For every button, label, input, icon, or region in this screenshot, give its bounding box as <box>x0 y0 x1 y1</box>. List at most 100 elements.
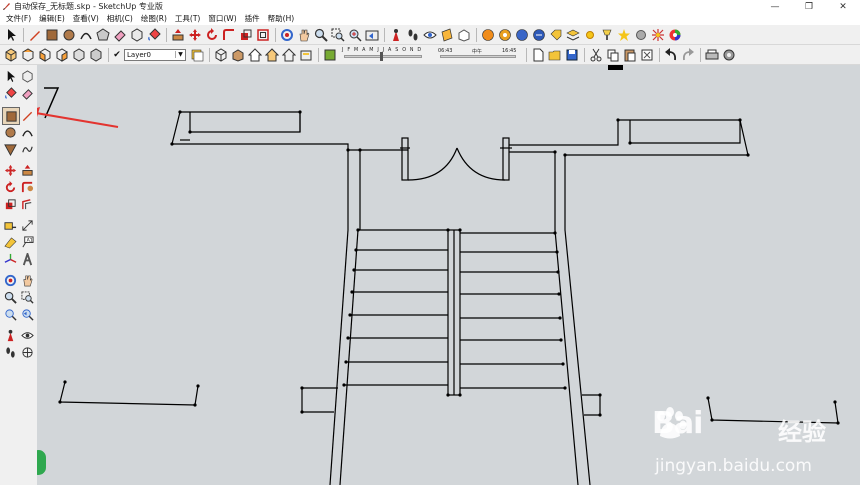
orbit-tool-button[interactable] <box>279 27 295 43</box>
menu-window[interactable]: 窗口(W) <box>204 13 240 25</box>
styles-button[interactable] <box>531 27 547 43</box>
zoom-window-tool-button[interactable] <box>330 27 346 43</box>
model-info-button[interactable] <box>480 27 496 43</box>
zoom-extents-tool-button[interactable] <box>2 306 18 322</box>
paste-button[interactable] <box>622 47 638 63</box>
paint-tool-button[interactable] <box>146 27 162 43</box>
shadow-date-slider-handle[interactable] <box>380 51 383 61</box>
sketchy-effects-button[interactable] <box>667 27 683 43</box>
cut-button[interactable] <box>588 47 604 63</box>
paint-bucket-button[interactable] <box>2 85 18 101</box>
scale-tool-button[interactable] <box>238 27 254 43</box>
section-plane-button[interactable] <box>19 344 35 360</box>
redo-button[interactable] <box>680 47 696 63</box>
shaded-textures-button[interactable] <box>281 47 297 63</box>
circle-tool-button[interactable] <box>61 27 77 43</box>
standard-view-top-button[interactable] <box>20 47 36 63</box>
line-tool-button[interactable] <box>19 107 35 123</box>
look-around-button[interactable] <box>422 27 438 43</box>
standard-view-right-button[interactable] <box>54 47 70 63</box>
shadows-button[interactable] <box>582 27 598 43</box>
open-button[interactable] <box>547 47 563 63</box>
dimension-tool-button[interactable] <box>19 217 35 233</box>
close-button[interactable]: ✕ <box>826 0 860 13</box>
pan-tool-button[interactable] <box>296 27 312 43</box>
walk-tool-button[interactable] <box>405 27 421 43</box>
menu-edit[interactable]: 编辑(E) <box>35 13 69 25</box>
layer-dropdown[interactable]: Layer0 ▼ <box>124 48 186 61</box>
hidden-line-button[interactable] <box>247 47 263 63</box>
menu-help[interactable]: 帮助(H) <box>264 13 299 25</box>
menu-file[interactable]: 文件(F) <box>2 13 35 25</box>
standard-view-left-button[interactable] <box>88 47 104 63</box>
rectangle-tool-button-active[interactable] <box>2 107 20 125</box>
zoom-extents-tool-button[interactable] <box>347 27 363 43</box>
walk-tool-button[interactable] <box>2 344 18 360</box>
monochrome-button[interactable] <box>298 47 314 63</box>
menu-tools[interactable]: 工具(T) <box>171 13 204 25</box>
standard-view-iso-button[interactable] <box>3 47 19 63</box>
orbit-tool-button[interactable] <box>2 272 18 288</box>
position-camera-button[interactable] <box>2 327 18 343</box>
minimize-button[interactable]: — <box>758 0 792 13</box>
standard-view-back-button[interactable] <box>71 47 87 63</box>
eraser-tool-button[interactable] <box>112 27 128 43</box>
drawing-canvas[interactable]: Bai 经验 jingyan.baidu.com <box>37 65 860 485</box>
new-button[interactable] <box>530 47 546 63</box>
zoom-window-tool-button[interactable] <box>19 289 35 305</box>
display-shadows-button[interactable] <box>322 47 338 63</box>
erase-button[interactable] <box>639 47 655 63</box>
polygon-tool-button[interactable] <box>95 27 111 43</box>
arc-tool-button[interactable] <box>78 27 94 43</box>
menu-plugins[interactable]: 插件 <box>241 13 264 25</box>
follow-me-tool-button[interactable] <box>19 179 35 195</box>
maximize-button[interactable]: ❐ <box>792 0 826 13</box>
push-pull-tool-button[interactable] <box>19 162 35 178</box>
model-info-button-secondary[interactable] <box>721 47 737 63</box>
xray-button[interactable] <box>213 47 229 63</box>
previous-view-button[interactable] <box>19 306 35 322</box>
select-tool-button[interactable] <box>2 68 18 84</box>
standard-view-front-button[interactable] <box>37 47 53 63</box>
menu-view[interactable]: 查看(V) <box>69 13 103 25</box>
previous-view-button[interactable] <box>364 27 380 43</box>
look-around-button[interactable] <box>19 327 35 343</box>
position-camera-button[interactable] <box>388 27 404 43</box>
soften-edges-button[interactable] <box>616 27 632 43</box>
save-button[interactable] <box>564 47 580 63</box>
offset-tool-button[interactable] <box>255 27 271 43</box>
circle-tool-button[interactable] <box>2 124 18 140</box>
polygon-tool-button[interactable] <box>2 141 18 157</box>
layer-current-checkmark-icon[interactable]: ✔ <box>112 50 122 60</box>
shaded-button[interactable] <box>264 47 280 63</box>
select-tool-button[interactable] <box>3 27 19 43</box>
menu-camera[interactable]: 相机(C) <box>103 13 137 25</box>
wireframe-button[interactable] <box>230 47 246 63</box>
axes-tool-button[interactable] <box>2 251 18 267</box>
follow-me-tool-button[interactable] <box>221 27 237 43</box>
layers-button[interactable] <box>565 27 581 43</box>
scale-tool-button[interactable] <box>2 196 18 212</box>
move-tool-button[interactable] <box>187 27 203 43</box>
zoom-tool-button[interactable] <box>2 289 18 305</box>
tape-measure-tool-button[interactable] <box>2 217 18 233</box>
side-panel-toggle-button[interactable] <box>37 450 46 475</box>
move-tool-button[interactable] <box>2 162 18 178</box>
scenes-button[interactable] <box>548 27 564 43</box>
text-tool-button[interactable]: A1 <box>19 234 35 250</box>
push-pull-tool-button[interactable] <box>170 27 186 43</box>
entity-info-button[interactable] <box>497 27 513 43</box>
shadow-time-slider[interactable] <box>440 54 516 58</box>
undo-button[interactable] <box>663 47 679 63</box>
component-browser-button[interactable] <box>456 27 472 43</box>
copy-button[interactable] <box>605 47 621 63</box>
protractor-tool-button[interactable] <box>2 234 18 250</box>
section-plane-button[interactable] <box>439 27 455 43</box>
print-button[interactable] <box>704 47 720 63</box>
fog-button[interactable] <box>599 27 615 43</box>
outliner-button[interactable] <box>633 27 649 43</box>
menu-draw[interactable]: 绘图(R) <box>137 13 171 25</box>
make-component-button[interactable] <box>19 68 35 84</box>
component-tool-button[interactable] <box>129 27 145 43</box>
shadow-date-slider[interactable] <box>344 54 422 58</box>
